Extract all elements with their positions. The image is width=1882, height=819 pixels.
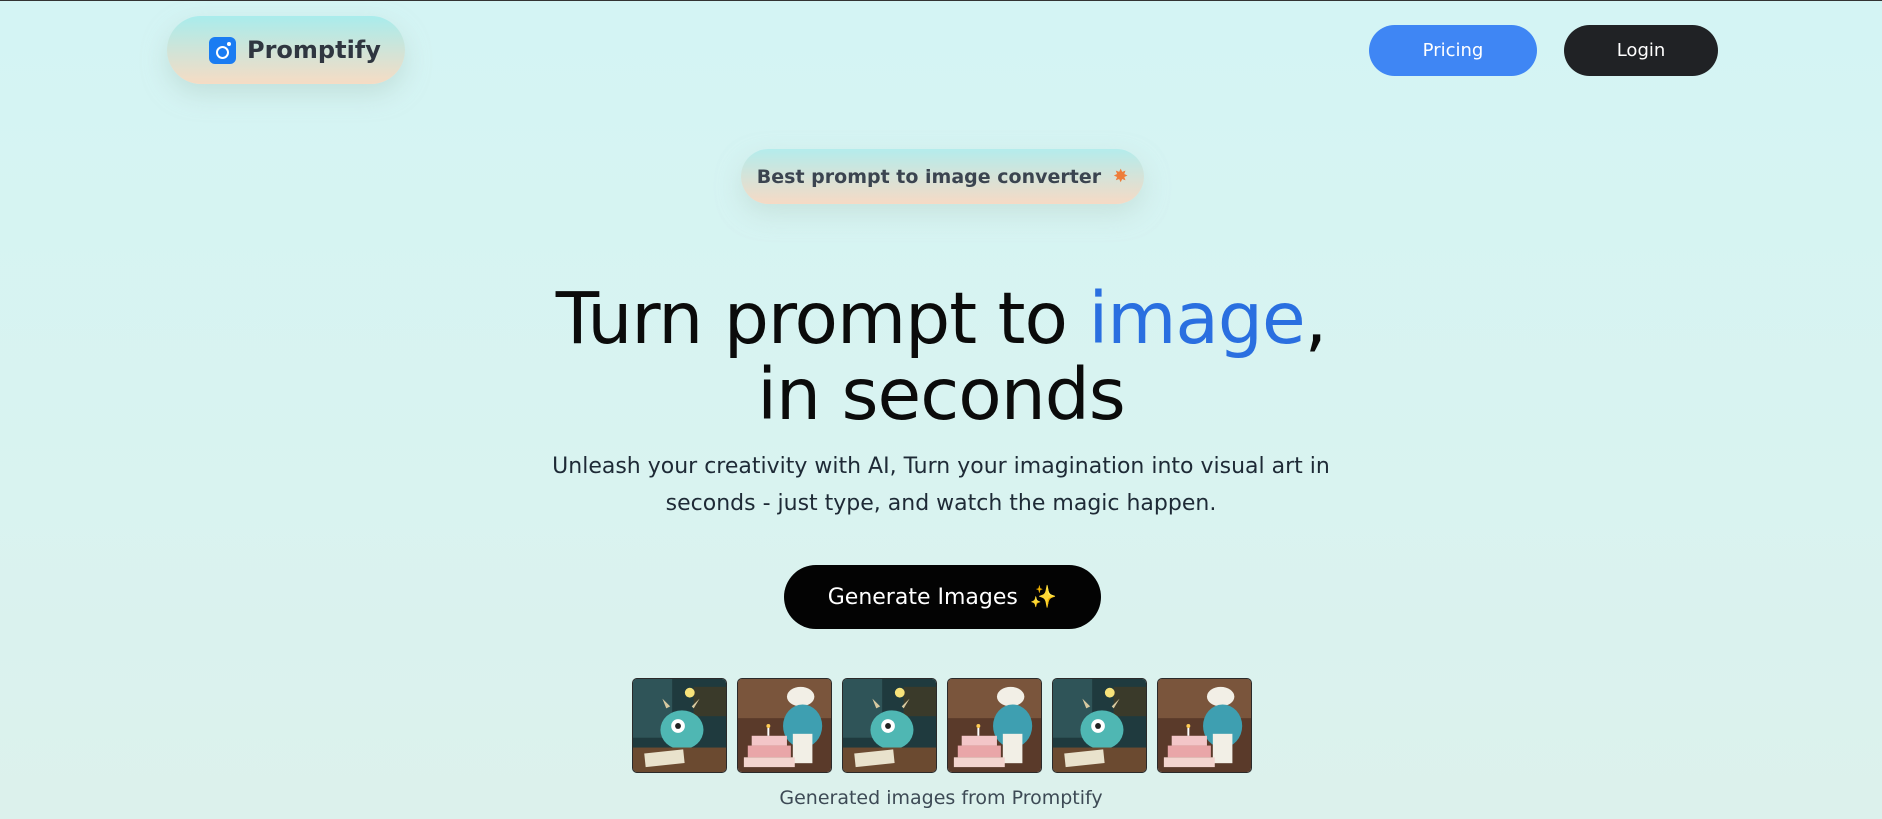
brand-logo[interactable]: Promptify [167,16,405,84]
brand-name: Promptify [247,36,381,64]
tagline-text: Best prompt to image converter [756,165,1102,188]
generated-images-gallery [632,678,1252,773]
tagline-badge: Best prompt to image converter ✸ [741,149,1144,204]
hero-title-line2: in seconds [757,353,1125,436]
hero-subtitle: Unleash your creativity with AI, Turn yo… [552,454,1330,516]
gallery-image-monster-at-desk[interactable] [1052,678,1147,773]
generate-images-button[interactable]: Generate Images ✨ [784,565,1101,629]
gallery-image-monster-at-desk[interactable] [632,678,727,773]
promptify-logo-icon [209,36,236,64]
gallery-image-monster-chef-with-cake[interactable] [947,678,1042,773]
gallery-image-monster-at-desk[interactable] [842,678,937,773]
pricing-button[interactable]: Pricing [1369,25,1537,76]
star-burst-icon: ✸ [1113,165,1129,187]
generate-images-label: Generate Images [827,584,1018,610]
gallery-image-monster-chef-with-cake[interactable] [1157,678,1252,773]
hero-title-part1: Turn prompt to [555,277,1089,360]
login-button[interactable]: Login [1564,25,1718,76]
gallery-image-monster-chef-with-cake[interactable] [737,678,832,773]
gallery-caption: Generated images from Promptify [779,787,1103,809]
sparkles-icon: ✨ [1029,584,1058,610]
hero-title: Turn prompt to image, in seconds [0,281,1882,433]
hero-title-part2: , [1304,277,1328,360]
hero-title-accent: image [1088,277,1306,360]
